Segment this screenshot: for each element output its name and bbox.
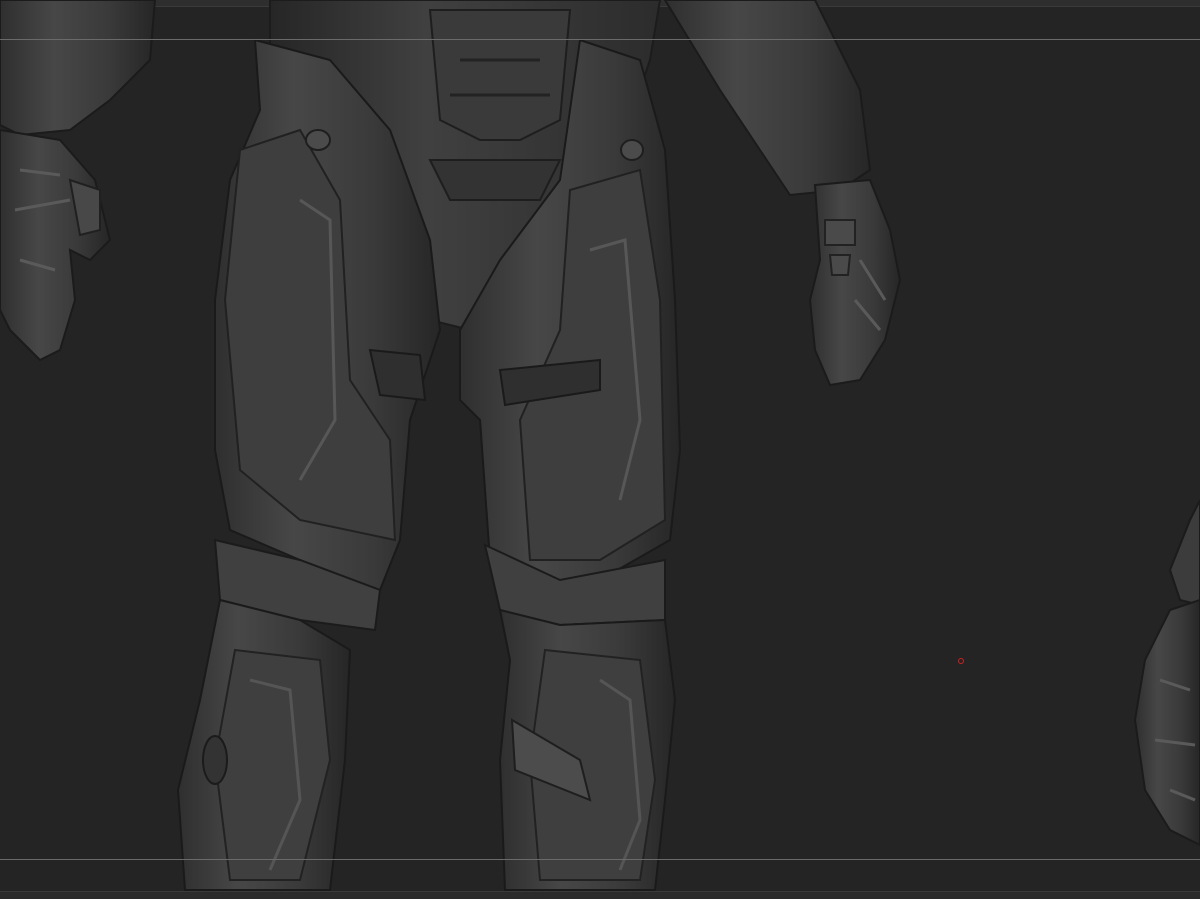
left-hand [0,0,157,362]
left-shin [176,598,352,891]
right-shin [498,608,677,891]
viewport-guide-bottom [0,859,1200,860]
brush-cursor-icon [958,658,964,664]
viewport-bottom-edge [0,891,1200,899]
viewport-guide-top [0,39,1200,40]
3d-viewport[interactable] [0,0,1200,899]
right-hand [663,0,902,387]
sculpt-model-canvas[interactable] [0,0,1200,899]
side-model-fragment [1133,499,1200,847]
